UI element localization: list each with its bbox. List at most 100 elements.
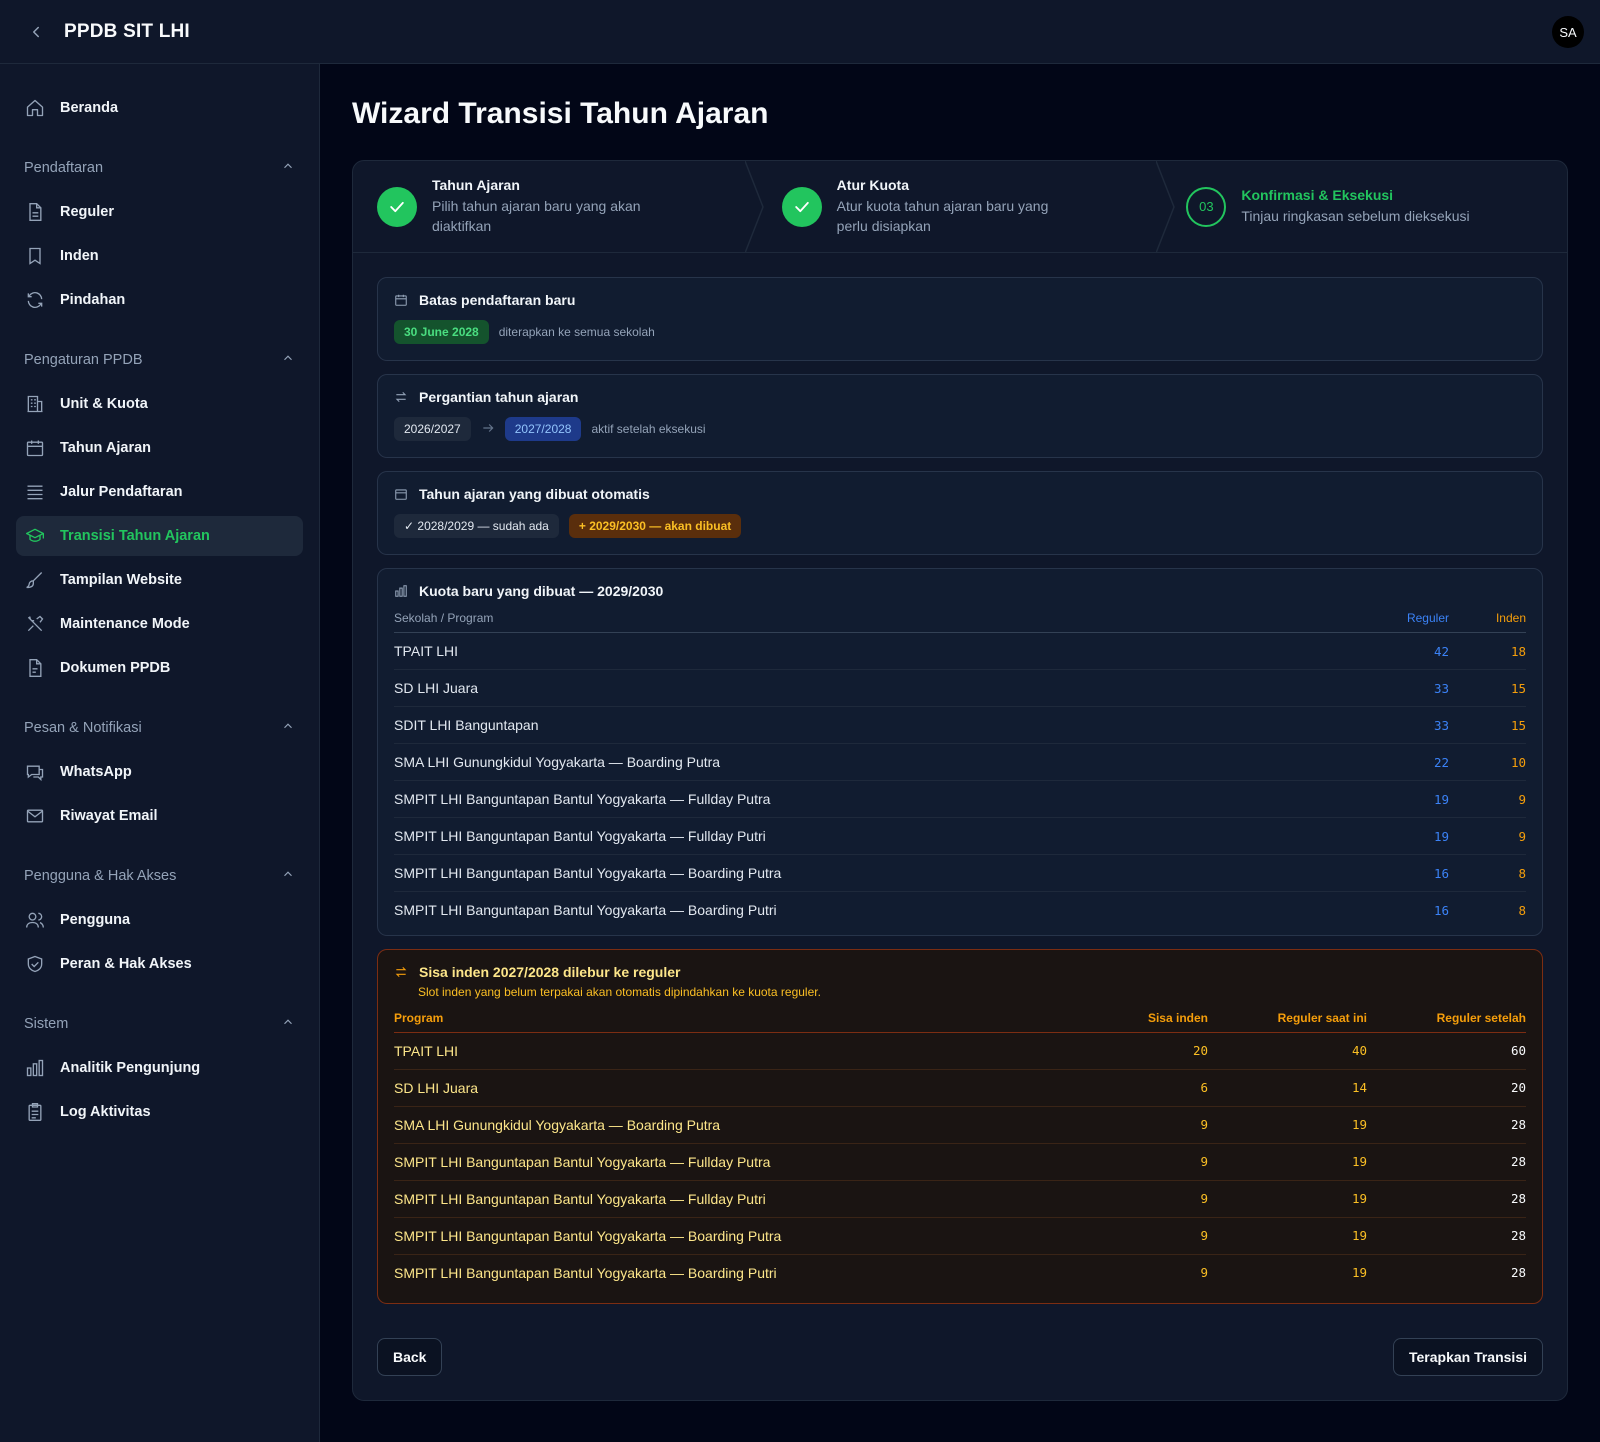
step-title: Konfirmasi & Eksekusi [1241, 187, 1394, 203]
step-atur-kuota[interactable]: Atur Kuota Atur kuota tahun ajaran baru … [758, 161, 1163, 252]
check-icon [377, 186, 417, 227]
inden-cell: 9 [1449, 780, 1526, 818]
sidebar-item-inden[interactable]: Inden [16, 236, 303, 276]
table-row: SDIT LHI Banguntapan 33 15 [394, 706, 1526, 744]
apply-transition-button[interactable]: Terapkan Transisi [1392, 1338, 1543, 1376]
sidebar-item-log-aktivitas[interactable]: Log Aktivitas [16, 1092, 303, 1132]
sidebar-item-pindahan[interactable]: Pindahan [16, 280, 303, 320]
users-icon [24, 909, 46, 931]
card-title: Batas pendaftaran baru [419, 292, 576, 308]
reguler-setelah-cell: 28 [1367, 1180, 1526, 1218]
sidebar-item-label: Reguler [60, 204, 114, 220]
table-row: TPAIT LHI 42 18 [394, 632, 1526, 670]
year-change-note: aktif setelah eksekusi [591, 422, 706, 436]
column-header-inden: Inden [1449, 611, 1526, 633]
sidebar-group-pesan-notifikasi[interactable]: Pesan & Notifikasi [16, 708, 303, 748]
app-title: PPDB SIT LHI [64, 20, 190, 42]
sidebar-group-sistem[interactable]: Sistem [16, 1004, 303, 1044]
sidebar-group-pendaftaran[interactable]: Pendaftaran [16, 148, 303, 188]
swap-icon [394, 964, 410, 980]
reguler-setelah-cell: 28 [1367, 1106, 1526, 1144]
sidebar-item-label: Tampilan Website [60, 572, 182, 588]
column-header-reguler-saat-ini: Reguler saat ini [1208, 1010, 1367, 1033]
sidebar-item-whatsapp[interactable]: WhatsApp [16, 752, 303, 792]
sidebar-item-tahun-ajaran[interactable]: Tahun Ajaran [16, 428, 303, 468]
table-row: SMA LHI Gunungkidul Yogyakarta — Boardin… [394, 743, 1526, 781]
new-year-label: 2029/2030 — akan dibuat [589, 519, 732, 533]
deadline-card: Batas pendaftaran baru 30 June 2028 dite… [377, 277, 1543, 361]
sidebar-item-label: Analitik Pengunjung [60, 1060, 201, 1076]
wizard-content: Batas pendaftaran baru 30 June 2028 dite… [353, 253, 1567, 1400]
table-row: SMPIT LHI Banguntapan Bantul Yogyakarta … [394, 854, 1526, 892]
sidebar-item-dokumen-ppdb[interactable]: Dokumen PPDB [16, 648, 303, 688]
bar-chart-icon [394, 583, 410, 599]
chevron-up-icon [281, 351, 295, 369]
arrow-right-icon [481, 421, 495, 438]
sisa-inden-cell: 6 [1048, 1069, 1208, 1107]
step-title: Atur Kuota [836, 177, 909, 193]
step-title: Tahun Ajaran [432, 177, 520, 193]
sidebar-group-pengguna-hak-akses[interactable]: Pengguna & Hak Akses [16, 856, 303, 896]
reguler-cell: 16 [1433, 902, 1449, 918]
home-icon [24, 97, 46, 119]
sisa-inden-cell: 9 [1048, 1143, 1208, 1181]
wizard-steps: Tahun Ajaran Pilih tahun ajaran baru yan… [353, 161, 1567, 253]
card-title: Tahun ajaran yang dibuat otomatis [419, 486, 650, 502]
list-icon [24, 481, 46, 503]
quota-card: Kuota baru yang dibuat — 2029/2030 Sekol… [377, 568, 1543, 936]
reguler-cell: 19 [1369, 780, 1449, 818]
avatar[interactable]: SA [1552, 16, 1584, 48]
program-cell: TPAIT LHI [394, 1032, 1048, 1070]
inden-cell: 8 [1518, 902, 1526, 918]
plus-icon: + [578, 519, 590, 533]
back-arrow-icon[interactable] [24, 20, 48, 44]
sidebar-item-maintenance-mode[interactable]: Maintenance Mode [16, 604, 303, 644]
program-cell: SMPIT LHI Banguntapan Bantul Yogyakarta … [394, 780, 1369, 818]
new-year-badge: + 2029/2030 — akan dibuat [568, 514, 742, 538]
step-tahun-ajaran[interactable]: Tahun Ajaran Pilih tahun ajaran baru yan… [353, 161, 758, 252]
inden-cell: 15 [1449, 669, 1526, 707]
step-description: Pilih tahun ajaran baru yang akan diakti… [432, 198, 641, 234]
card-title: Sisa inden 2027/2028 dilebur ke reguler [419, 963, 681, 980]
sidebar-item-peran-hak-akses[interactable]: Peran & Hak Akses [16, 944, 303, 984]
step-number: 03 [1186, 186, 1227, 227]
sidebar-item-tampilan-website[interactable]: Tampilan Website [16, 560, 303, 600]
sidebar-item-analitik-pengunjung[interactable]: Analitik Pengunjung [16, 1048, 303, 1088]
calendar-icon [394, 292, 410, 308]
card-title: Kuota baru yang dibuat — 2029/2030 [419, 583, 664, 599]
brush-icon [24, 569, 46, 591]
sidebar-item-reguler[interactable]: Reguler [16, 192, 303, 232]
table-row: SMA LHI Gunungkidul Yogyakarta — Boardin… [394, 1106, 1526, 1144]
table-row: SMPIT LHI Banguntapan Bantul Yogyakarta … [394, 1180, 1526, 1218]
document-icon [24, 201, 46, 223]
swap-icon [394, 389, 410, 405]
sidebar-item-pengguna[interactable]: Pengguna [16, 900, 303, 940]
sidebar-item-unit-kuota[interactable]: Unit & Kuota [16, 384, 303, 424]
step-description: Tinjau ringkasan sebelum dieksekusi [1241, 208, 1470, 224]
sidebar-group-label: Sistem [24, 1016, 69, 1032]
program-cell: SMA LHI Gunungkidul Yogyakarta — Boardin… [394, 1106, 1048, 1144]
clipboard-icon [24, 1101, 46, 1123]
reguler-saat-ini-cell: 19 [1208, 1217, 1367, 1255]
sidebar-item-label: Tahun Ajaran [60, 440, 152, 456]
page-title: Wizard Transisi Tahun Ajaran [352, 97, 769, 130]
sidebar-item-transisi-tahun-ajaran[interactable]: Transisi Tahun Ajaran [16, 516, 303, 556]
wizard-footer: Back Terapkan Transisi [377, 1338, 1543, 1376]
sidebar-item-jalur-pendaftaran[interactable]: Jalur Pendaftaran [16, 472, 303, 512]
wizard-panel: Tahun Ajaran Pilih tahun ajaran baru yan… [352, 160, 1568, 1401]
sidebar-item-label: Jalur Pendaftaran [60, 484, 183, 500]
column-header-reguler-setelah: Reguler setelah [1367, 1010, 1526, 1033]
sidebar-item-riwayat-email[interactable]: Riwayat Email [16, 796, 303, 836]
refresh-icon [24, 289, 46, 311]
program-cell: SMPIT LHI Banguntapan Bantul Yogyakarta … [394, 1143, 1048, 1181]
sidebar-item-beranda[interactable]: Beranda [16, 88, 303, 128]
inden-merge-card: Sisa inden 2027/2028 dilebur ke reguler … [377, 948, 1543, 1304]
step-konfirmasi-eksekusi[interactable]: 03 Konfirmasi & Eksekusi Tinjau ringkasa… [1162, 161, 1567, 252]
sisa-inden-cell: 9 [1048, 1217, 1208, 1255]
inden-cell: 18 [1449, 632, 1526, 670]
reguler-setelah-cell: 60 [1367, 1032, 1526, 1070]
sidebar-item-label: Pengguna [60, 912, 131, 928]
back-button[interactable]: Back [377, 1338, 443, 1376]
sidebar-group-pengaturan-ppdb[interactable]: Pengaturan PPDB [16, 340, 303, 380]
reguler-saat-ini-cell: 19 [1351, 1265, 1367, 1281]
